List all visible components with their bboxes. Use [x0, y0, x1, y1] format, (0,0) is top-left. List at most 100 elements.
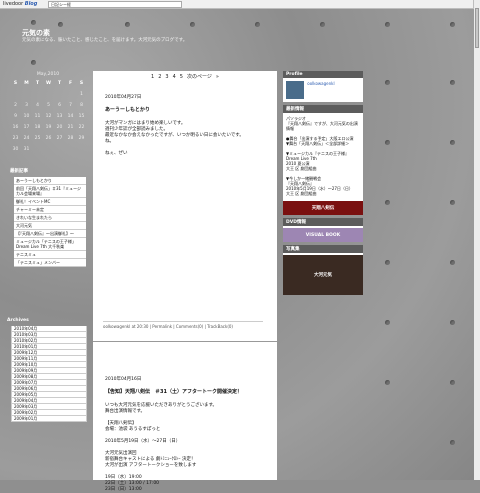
dvd-heading: DVD情報 — [283, 218, 363, 226]
calendar-day[interactable]: 23 — [10, 136, 21, 141]
calendar-day[interactable]: 29 — [76, 136, 87, 141]
recent-post-link[interactable]: 大河元気 — [14, 222, 86, 230]
recent-posts: 最新記事 あーうーしもとかり 前回「天翔八剣伝」＃31『ミュージカル会場来場』 御礼… — [10, 168, 86, 267]
profile-id-link[interactable]: oolkowagenkl — [307, 81, 334, 86]
bg-hole — [31, 20, 36, 25]
post-footer[interactable]: oolkowagenkl at 20:30 | Permalink | Comm… — [103, 321, 263, 329]
calendar-day[interactable]: 19 — [43, 125, 54, 130]
livedoor-blog-logo[interactable]: livedoor Blog — [3, 1, 37, 7]
calendar-month: May,2010 — [36, 72, 60, 77]
calendar-day[interactable]: 22 — [76, 125, 87, 130]
photo-box: 写真集 大河元気 — [283, 245, 363, 295]
calendar-day[interactable]: 3 — [21, 103, 32, 108]
calendar-day[interactable]: 21 — [65, 125, 76, 130]
bg-hole — [385, 200, 390, 205]
page-link[interactable]: 2 — [158, 74, 161, 80]
info-heading: 最新情報 — [283, 105, 363, 113]
scrollbar-thumb[interactable] — [475, 8, 479, 48]
calendar-day[interactable]: 13 — [54, 114, 65, 119]
bg-hole — [58, 22, 63, 27]
calendar-day[interactable]: 16 — [10, 125, 21, 130]
recent-post-link[interactable]: 御礼！イベントMC — [14, 198, 86, 206]
bg-hole — [385, 140, 390, 145]
calendar-day[interactable]: 20 — [54, 125, 65, 130]
page-link[interactable]: 1 — [151, 74, 154, 80]
post-line: ねぇ、ぜい — [105, 151, 128, 156]
bg-hole — [450, 80, 455, 85]
calendar-day[interactable]: 15 — [76, 114, 87, 119]
bg-hole — [385, 80, 390, 85]
post-line: 23日（日）13:00 — [105, 487, 142, 492]
archives-heading: Archives — [7, 318, 29, 323]
recent-post-link[interactable]: 【『天翔八剣伝』～出演御礼】～ — [14, 230, 86, 238]
profile-heading: Profile — [283, 71, 363, 78]
calendar-day[interactable]: 25 — [32, 136, 43, 141]
calendar-day[interactable]: 10 — [21, 114, 32, 119]
bg-hole — [450, 380, 455, 385]
bg-hole — [385, 260, 390, 265]
calendar-day[interactable]: 4 — [32, 103, 43, 108]
archive-month-link[interactable]: 2009年01月 — [11, 416, 87, 422]
calendar-day[interactable]: 26 — [43, 136, 54, 141]
calendar-day[interactable]: 31 — [21, 147, 32, 152]
calendar-day-header: W — [46, 81, 51, 86]
banner-visual-book[interactable]: VISUAL BOOK — [283, 228, 363, 242]
bg-hole — [31, 60, 36, 65]
recent-post-link[interactable]: きれいな生まれたら — [14, 214, 86, 222]
calendar-day[interactable]: 18 — [32, 125, 43, 130]
recent-post-link[interactable]: 前回「天翔八剣伝」＃31『ミュージカル会場来場』 — [14, 185, 86, 198]
recent-post-link[interactable]: チャーミー未定 — [14, 206, 86, 214]
recent-post-link[interactable]: ミュージカル「テニスの王子様」Dream Live 7th 大千秋楽 — [14, 238, 86, 251]
vertical-scrollbar[interactable] — [473, 0, 480, 480]
info-box: 最新情報 パソラジオ 『天翔八剣伝』ですが、大河元気の出演情報 ●舞台「出演する予… — [283, 105, 363, 215]
blog-subtitle: 元気の素になる、賑いたこと、感じたこと、を届けます。大河元気のブログです。 — [22, 38, 188, 43]
calendar-day[interactable]: 9 — [10, 114, 21, 119]
recent-post-link[interactable]: テニスミュ — [14, 251, 86, 259]
bg-hole — [190, 22, 195, 27]
archives: Archives 2010年04月 2010年03月 2010年02月 2010年01… — [7, 318, 87, 422]
calendar-day-header: T — [57, 81, 62, 86]
page-link[interactable]: 4 — [173, 74, 176, 80]
calendar-day[interactable]: 27 — [54, 136, 65, 141]
calendar-day[interactable]: 7 — [65, 103, 76, 108]
bg-hole — [450, 320, 455, 325]
photo-book-image[interactable]: 大河元気 — [283, 255, 363, 295]
calendar-day-header: F — [68, 81, 73, 86]
calendar-day[interactable]: 2 — [10, 103, 21, 108]
page-link[interactable]: 次のページ — [187, 74, 212, 80]
profile-box: Profile oolkowagenkl — [283, 71, 363, 102]
calendar-day[interactable]: 12 — [43, 114, 54, 119]
page-link[interactable]: 3 — [165, 74, 168, 80]
calendar-day[interactable]: 5 — [43, 103, 54, 108]
bg-hole — [255, 22, 260, 27]
recent-post-link[interactable]: あーうーしもとかり — [14, 177, 86, 185]
calendar-day[interactable]: 1 — [76, 92, 87, 97]
info-line: 大王 区 劇団組曲 — [286, 191, 317, 196]
calendar-grid: S M T W T F S 1 2 3 4 5 6 7 8 9 10 11 12 13 14 15 16 17 18 19 20 21… — [10, 81, 86, 152]
info-line: ▼舞台「天翔八剣伝」＜全部詳細＞ — [286, 141, 350, 146]
post-title[interactable]: あーうーしもとかり — [105, 106, 265, 113]
calendar-day[interactable]: 17 — [21, 125, 32, 130]
calendar-day[interactable]: 8 — [76, 103, 87, 108]
calendar-day — [21, 92, 32, 97]
bg-hole — [450, 440, 455, 445]
calendar-day[interactable]: 24 — [21, 136, 32, 141]
post-body: 大河がマンガにはまり始め楽しいです。 週刊少年誌が全部読みました。 最近なかなか会え… — [105, 121, 265, 157]
calendar-day[interactable]: 6 — [54, 103, 65, 108]
calendar-day — [65, 92, 76, 97]
avatar[interactable] — [286, 81, 304, 99]
page-link[interactable]: » — [216, 74, 219, 80]
calendar-day[interactable]: 11 — [32, 114, 43, 119]
bg-hole — [450, 140, 455, 145]
photo-heading: 写真集 — [283, 245, 363, 253]
recent-post-link[interactable]: 「テニスミュ」メンバー — [14, 259, 86, 267]
page-link[interactable]: 5 — [180, 74, 183, 80]
search-input[interactable]: 日記シー経 — [48, 1, 182, 8]
calendar-day[interactable]: 30 — [10, 147, 21, 152]
banner-tenshou[interactable]: 天翔八剣伝 — [283, 201, 363, 215]
calendar-day[interactable]: 14 — [65, 114, 76, 119]
info-line: 『天翔八剣伝』ですが、大河元気の出演情報 — [286, 121, 358, 131]
post-title[interactable]: 【告知】天翔八剣伝 ＃31（土）アフタートーク開催決定！ — [105, 388, 265, 395]
right-sidebar: Profile oolkowagenkl 最新情報 パソラジオ 『天翔八剣伝』です… — [283, 71, 363, 298]
calendar-day[interactable]: 28 — [65, 136, 76, 141]
